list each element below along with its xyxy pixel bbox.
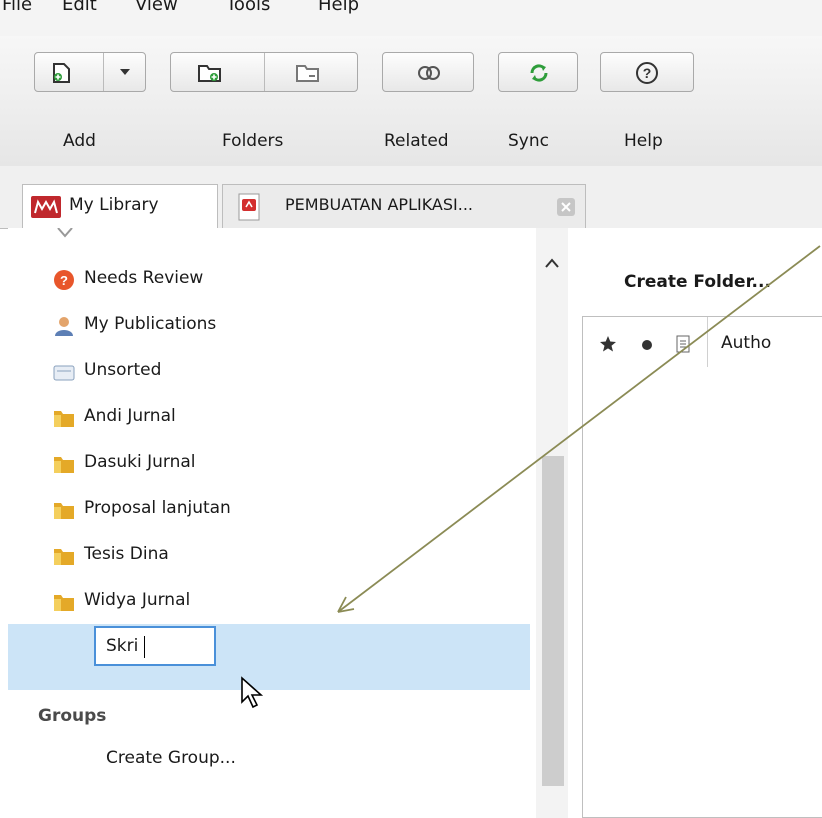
folder-icon bbox=[54, 595, 74, 611]
remove-folder-icon[interactable] bbox=[295, 61, 321, 85]
menu-bar: File Edit View Tools Help bbox=[0, 0, 822, 36]
tab-pdf-label: PEMBUATAN APLIKASI... bbox=[285, 195, 473, 214]
partial-item-icon bbox=[57, 228, 73, 238]
document-table: Autho bbox=[582, 316, 822, 818]
folder-icon bbox=[54, 549, 74, 565]
sync-icon bbox=[530, 64, 548, 82]
menu-file[interactable]: File bbox=[2, 0, 32, 15]
related-button[interactable] bbox=[382, 52, 474, 92]
tab-pdf-document[interactable]: PEMBUATAN APLIKASI... bbox=[222, 184, 586, 228]
folders-button-group bbox=[170, 52, 358, 92]
help-icon: ? bbox=[636, 62, 658, 84]
close-tab-icon[interactable] bbox=[557, 198, 575, 216]
add-label: Add bbox=[63, 131, 96, 151]
folder-icon bbox=[54, 503, 74, 519]
help-label: Help bbox=[624, 131, 663, 151]
create-folder-link[interactable]: Create Folder... bbox=[624, 272, 771, 292]
svg-text:?: ? bbox=[60, 273, 68, 288]
sidebar-item-tesis-dina[interactable]: Tesis Dina bbox=[8, 538, 528, 576]
person-icon bbox=[55, 317, 73, 336]
sidebar-item-label: Tesis Dina bbox=[84, 544, 169, 564]
add-document-icon bbox=[53, 63, 70, 83]
mendeley-logo-icon bbox=[31, 196, 61, 218]
sidebar-item-label: Dasuki Jurnal bbox=[84, 452, 196, 472]
create-group-link[interactable]: Create Group... bbox=[106, 748, 236, 768]
new-folder-name-input[interactable]: Skri bbox=[94, 626, 216, 666]
mouse-cursor-icon bbox=[241, 676, 264, 709]
sidebar-scrollbar[interactable] bbox=[536, 228, 568, 818]
split-divider bbox=[264, 53, 265, 91]
chevron-down-icon[interactable] bbox=[119, 67, 131, 77]
sidebar-item-label: Widya Jurnal bbox=[84, 590, 191, 610]
new-folder-row: Skri bbox=[8, 624, 530, 690]
toolbar: ? Add Folders Related Sync Help bbox=[0, 36, 822, 167]
read-status-column-icon[interactable] bbox=[641, 339, 653, 351]
folder-icon bbox=[54, 411, 74, 427]
sidebar-item-andi-jurnal[interactable]: Andi Jurnal bbox=[8, 400, 528, 438]
star-column-icon[interactable] bbox=[599, 335, 617, 353]
author-column-header[interactable]: Autho bbox=[721, 333, 771, 353]
sync-button[interactable] bbox=[498, 52, 578, 92]
sidebar-item-needs-review[interactable]: ? Needs Review bbox=[8, 262, 528, 300]
document-column-icon[interactable] bbox=[675, 335, 691, 353]
related-label: Related bbox=[384, 131, 449, 151]
help-button[interactable]: ? bbox=[600, 52, 694, 92]
column-divider bbox=[707, 317, 708, 367]
svg-text:?: ? bbox=[643, 65, 652, 81]
add-button[interactable] bbox=[34, 52, 146, 92]
sidebar-item-dasuki-jurnal[interactable]: Dasuki Jurnal bbox=[8, 446, 528, 484]
menu-edit[interactable]: Edit bbox=[62, 0, 97, 15]
sidebar-item-label: My Publications bbox=[84, 314, 217, 334]
pdf-icon bbox=[238, 193, 260, 221]
tab-strip: My Library PEMBUATAN APLIKASI... bbox=[0, 166, 822, 229]
sidebar-item-proposal-lanjutan[interactable]: Proposal lanjutan bbox=[8, 492, 528, 530]
scrollbar-thumb[interactable] bbox=[542, 456, 564, 786]
needs-review-icon: ? bbox=[54, 270, 74, 290]
menu-view[interactable]: View bbox=[135, 0, 178, 15]
inbox-icon bbox=[53, 365, 75, 381]
related-icon bbox=[418, 66, 440, 80]
sidebar-item-unsorted[interactable]: Unsorted bbox=[8, 354, 528, 392]
menu-tools[interactable]: Tools bbox=[226, 0, 270, 15]
split-divider bbox=[103, 53, 104, 91]
sidebar-item-label: Proposal lanjutan bbox=[84, 498, 231, 518]
sidebar-item-label: Unsorted bbox=[84, 360, 162, 380]
menu-help[interactable]: Help bbox=[318, 0, 359, 15]
sidebar-item-my-publications[interactable]: My Publications bbox=[8, 308, 528, 346]
new-folder-icon[interactable] bbox=[197, 61, 223, 85]
sidebar-item-label: Andi Jurnal bbox=[84, 406, 176, 426]
library-sidebar: ? Needs Review My Publications Unsorted … bbox=[8, 228, 569, 818]
folder-icon bbox=[54, 457, 74, 473]
sidebar-item-widya-jurnal[interactable]: Widya Jurnal bbox=[8, 584, 528, 622]
groups-heading: Groups bbox=[38, 706, 107, 726]
text-cursor bbox=[144, 636, 145, 658]
sync-label: Sync bbox=[508, 131, 549, 151]
sidebar-item-label: Needs Review bbox=[84, 268, 204, 288]
tab-my-library[interactable]: My Library bbox=[22, 184, 218, 228]
tab-my-library-label: My Library bbox=[69, 195, 159, 215]
scroll-up-icon[interactable] bbox=[545, 258, 559, 268]
folders-label: Folders bbox=[222, 131, 284, 151]
document-list-pane: Create Folder... Autho bbox=[568, 228, 822, 818]
